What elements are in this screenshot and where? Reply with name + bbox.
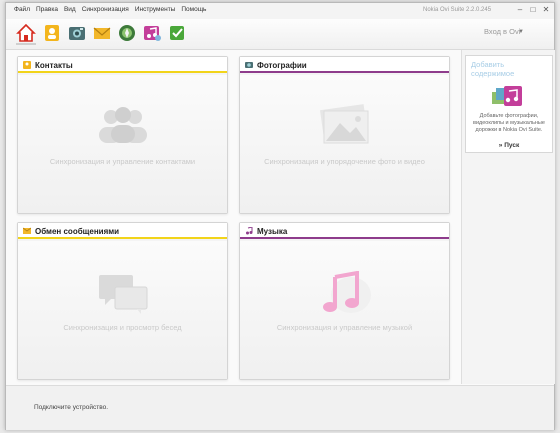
contacts-card-caption: Синхронизация и управление контактами	[49, 157, 196, 166]
menu-help[interactable]: Помощь	[181, 6, 206, 13]
photo-stack-icon	[319, 104, 368, 144]
music-card-caption: Синхронизация и управление музыкой	[276, 323, 413, 332]
photos-icon	[69, 27, 85, 40]
music-button[interactable]	[142, 23, 162, 43]
maps-button[interactable]	[117, 23, 137, 43]
music-card-body: Синхронизация и управление музыкой	[240, 241, 449, 379]
contacts-icon	[45, 25, 59, 41]
messaging-card-title: Обмен сообщениями	[35, 227, 120, 236]
maps-icon	[119, 25, 135, 41]
messaging-card-header: Обмен сообщениями	[18, 223, 227, 239]
menu-edit[interactable]: Правка	[36, 6, 58, 13]
photos-card-title: Фотографии	[257, 61, 307, 70]
photos-icon	[245, 62, 253, 68]
messaging-card-caption: Синхронизация и просмотр бесед	[63, 323, 182, 332]
window-title: Nokia Ovi Suite 2.2.0.245	[423, 7, 492, 13]
photos-card-header: Фотографии	[240, 57, 449, 73]
menu: Файл Правка Вид Синхронизация Инструмент…	[14, 6, 206, 13]
photos-card-body: Синхронизация и упорядочение фото и виде…	[240, 75, 449, 213]
add-content-description: Добавьте фотографии, видеоклипы и музыка…	[469, 113, 549, 134]
photos-card-caption: Синхронизация и упорядочение фото и виде…	[264, 157, 425, 166]
music-note-icon	[246, 227, 253, 235]
toolbar: Вход в Ovi ▼	[6, 19, 554, 50]
add-content-title-line1: Добавить	[471, 60, 505, 69]
menu-file[interactable]: Файл	[14, 6, 30, 13]
sync-button[interactable]	[167, 23, 187, 43]
home-button[interactable]	[16, 23, 36, 45]
add-media-icon	[492, 86, 522, 106]
menu-bar: Файл Правка Вид Синхронизация Инструмент…	[6, 3, 554, 19]
messages-button[interactable]	[92, 23, 112, 43]
contacts-card-title: Контакты	[35, 61, 73, 70]
messaging-card[interactable]: Обмен сообщениями Синхронизация и просмо…	[17, 222, 228, 380]
status-bar: Подключите устройство.	[6, 385, 554, 430]
music-card[interactable]: Музыка Синхронизация и управление музыко…	[239, 222, 450, 380]
messaging-accent-bar	[18, 237, 227, 239]
messages-icon	[23, 227, 31, 234]
add-content-title: Добавить содержимое	[471, 60, 514, 78]
photos-accent-bar	[240, 71, 449, 73]
sync-check-icon	[170, 26, 184, 40]
menu-tools[interactable]: Инструменты	[135, 6, 176, 13]
add-content-description-line2: видеоклипы и музыкальные	[473, 120, 545, 126]
app-window: Файл Правка Вид Синхронизация Инструмент…	[5, 2, 555, 430]
music-card-header: Музыка	[240, 223, 449, 239]
photos-button[interactable]	[67, 23, 87, 43]
chevron-down-icon[interactable]: ▼	[518, 29, 524, 35]
contacts-accent-bar	[18, 71, 227, 73]
minimize-button[interactable]: –	[514, 5, 526, 15]
people-icon	[98, 107, 147, 143]
home-icon	[16, 23, 36, 42]
menu-sync[interactable]: Синхронизация	[82, 6, 129, 13]
add-content-description-line3: дорожки в Nokia Ovi Suite.	[475, 127, 543, 133]
music-card-title: Музыка	[257, 227, 288, 236]
contacts-card[interactable]: Контакты Синхронизация и управление конт…	[17, 56, 228, 214]
photos-card[interactable]: Фотографии Синхронизация и упорядочение …	[239, 56, 450, 214]
ovi-login-link[interactable]: Вход в Ovi	[484, 27, 520, 36]
add-content-title-line2: содержимое	[471, 69, 515, 78]
music-accent-bar	[240, 237, 449, 239]
contacts-card-body: Синхронизация и управление контактами	[18, 75, 227, 213]
menu-view[interactable]: Вид	[64, 6, 76, 13]
contacts-button[interactable]	[42, 23, 62, 43]
device-status-text: Подключите устройство.	[34, 404, 109, 411]
music-note-icon	[322, 271, 371, 313]
close-button[interactable]: ✕	[540, 5, 552, 15]
add-content-box: Добавить содержимое Добавьте фотографии,…	[465, 55, 553, 153]
start-link[interactable]: » Пуск	[466, 142, 552, 149]
right-pane: Добавить содержимое Добавьте фотографии,…	[461, 50, 555, 384]
messaging-card-body: Синхронизация и просмотр бесед	[18, 241, 227, 379]
add-content-description-line1: Добавьте фотографии,	[479, 113, 539, 119]
contacts-icon	[23, 61, 31, 69]
maximize-button[interactable]: □	[527, 5, 539, 15]
chat-bubbles-icon	[98, 275, 147, 314]
messages-icon	[93, 27, 111, 39]
contacts-card-header: Контакты	[18, 57, 227, 73]
music-icon	[144, 26, 161, 41]
